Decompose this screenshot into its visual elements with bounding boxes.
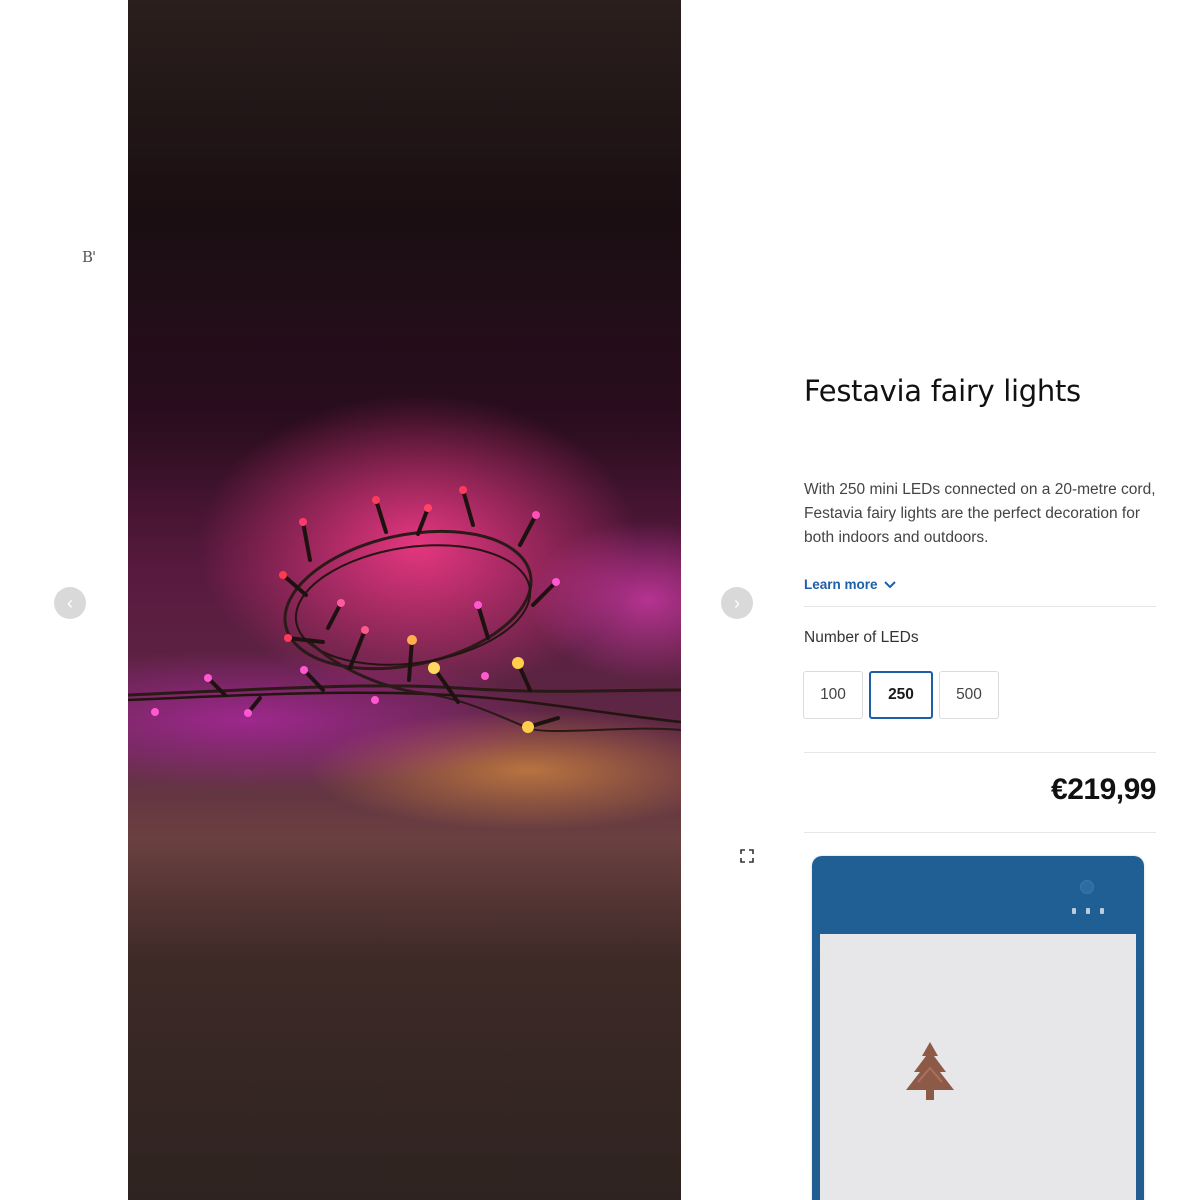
chevron-left-icon: ‹: [67, 593, 73, 613]
side-mark: B': [82, 248, 96, 266]
divider: [804, 606, 1156, 607]
chevron-down-icon: [883, 580, 896, 588]
led-option-250[interactable]: 250: [869, 671, 933, 719]
product-price: €219,99: [1051, 773, 1156, 806]
fairy-lights-illustration: [128, 486, 681, 733]
led-option-100[interactable]: 100: [803, 671, 863, 719]
phone-status-bar: [1072, 908, 1104, 914]
product-title: Festavia fairy lights: [804, 374, 1081, 408]
expand-icon[interactable]: [739, 848, 755, 864]
led-count-label: Number of LEDs: [804, 629, 919, 646]
led-count-selector: 100 250 500: [803, 671, 999, 719]
led-option-500[interactable]: 500: [939, 671, 999, 719]
app-phone-image: [812, 856, 1144, 1200]
divider: [804, 752, 1156, 753]
product-image: [128, 0, 681, 1200]
signal-icon: [1072, 908, 1076, 914]
divider: [804, 832, 1156, 833]
carousel-next-button[interactable]: ›: [721, 587, 753, 619]
phone-screen: [820, 934, 1136, 1200]
christmas-tree-icon: [906, 1042, 954, 1100]
camera-icon: [1080, 880, 1094, 894]
wifi-icon: [1086, 908, 1090, 914]
carousel-prev-button[interactable]: ‹: [54, 587, 86, 619]
learn-more-link[interactable]: Learn more: [804, 577, 896, 592]
battery-icon: [1100, 908, 1104, 914]
learn-more-label: Learn more: [804, 577, 878, 592]
product-description: With 250 mini LEDs connected on a 20-met…: [804, 481, 1156, 546]
chevron-right-icon: ›: [734, 593, 740, 613]
product-page: B' ‹ › Festavia fairy lights With 250 mi…: [0, 0, 1200, 1200]
